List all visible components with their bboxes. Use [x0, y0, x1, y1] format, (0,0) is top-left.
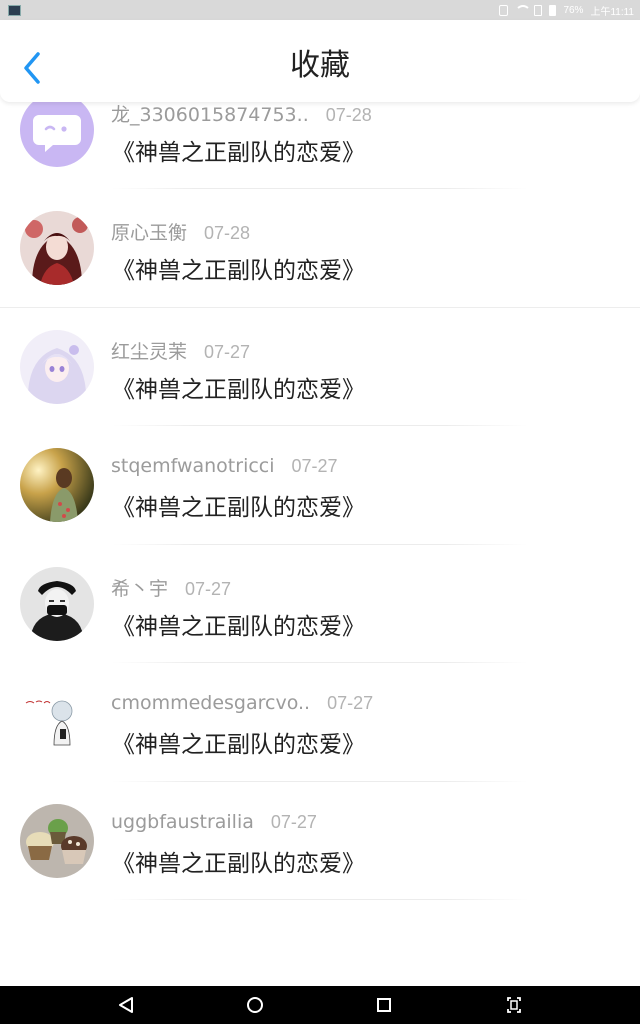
item-meta: 龙_3306015874753.. 07-28 [111, 100, 372, 127]
avatar[interactable] [20, 803, 94, 878]
story-title[interactable]: 《神兽之正副队的恋爱》 [112, 488, 365, 522]
status-right: 76% 上午11:11 [499, 3, 634, 18]
chevron-left-icon [24, 52, 40, 84]
story-title[interactable]: 《神兽之正副队的恋爱》 [112, 844, 365, 878]
divider [112, 899, 528, 900]
avatar[interactable] [20, 211, 94, 285]
home-circle-icon [247, 997, 263, 1013]
system-nav-bar [0, 986, 640, 1024]
avatar[interactable] [20, 685, 94, 759]
status-left [8, 4, 21, 16]
wifi-icon [515, 5, 532, 15]
app-notification-icon [8, 4, 21, 16]
favorite-item[interactable]: 原心玉衡 07-28 《神兽之正副队的恋爱》 [0, 189, 640, 308]
item-meta: 红尘灵茉 07-27 [111, 337, 250, 364]
favorite-item[interactable]: stqemfwanotricci 07-27 《神兽之正副队的恋爱》 [0, 426, 640, 545]
username[interactable]: stqemfwanotricci [111, 455, 275, 477]
item-date: 07-27 [270, 811, 317, 832]
avatar[interactable] [20, 329, 94, 404]
story-title[interactable]: 《神兽之正副队的恋爱》 [112, 370, 365, 404]
page-title: 收藏 [290, 48, 350, 83]
favorites-list: 《神兽之正副队的恋爱》 龙_3306015874753.. 07-28 《神兽之正副队… [0, 31, 640, 986]
favorite-item[interactable]: uggbfaustrailia 07-27 《神兽之正副队的恋爱》 [0, 782, 640, 900]
avatar[interactable] [20, 92, 94, 167]
nav-home-button[interactable] [235, 986, 275, 1024]
item-date: 07-27 [291, 456, 338, 476]
favorite-item[interactable]: 希丶宇 07-27 《神兽之正副队的恋爱》 [0, 545, 640, 663]
back-button[interactable] [18, 48, 46, 88]
clock: 上午11:11 [590, 6, 634, 18]
battery-percent: 76% [563, 4, 584, 16]
avatar[interactable] [20, 448, 94, 522]
item-date: 07-27 [185, 578, 232, 599]
nav-screenshot-button[interactable] [494, 986, 534, 1024]
item-date: 07-28 [204, 223, 251, 243]
nav-recents-button[interactable] [364, 986, 404, 1024]
item-meta: 原心玉衡 07-28 [111, 218, 250, 245]
username[interactable]: uggbfaustrailia [111, 811, 254, 833]
nav-back-button[interactable] [106, 986, 146, 1024]
username[interactable]: 红尘灵茉 [111, 337, 187, 364]
username[interactable]: 龙_3306015874753.. [111, 100, 309, 127]
story-title[interactable]: 《神兽之正副队的恋爱》 [112, 251, 365, 285]
item-date: 07-27 [204, 341, 251, 362]
item-meta: 希丶宇 07-27 [111, 574, 231, 601]
vibrate-icon [499, 4, 509, 16]
item-meta: uggbfaustrailia 07-27 [111, 811, 317, 833]
username[interactable]: 原心玉衡 [111, 218, 187, 245]
favorite-item[interactable]: 红尘灵茉 07-27 《神兽之正副队的恋爱》 [0, 308, 640, 426]
recents-square-icon [377, 998, 391, 1012]
username[interactable]: 希丶宇 [111, 574, 168, 601]
item-date: 07-27 [327, 693, 374, 713]
battery-icon [549, 4, 557, 16]
avatar[interactable] [20, 566, 94, 641]
screenshot-icon [507, 997, 521, 1013]
back-triangle-icon [119, 997, 133, 1013]
item-meta: stqemfwanotricci 07-27 [111, 455, 338, 477]
favorite-item[interactable]: cmommedesgarcvo.. 07-27 《神兽之正副队的恋爱》 [0, 663, 640, 782]
story-title[interactable]: 《神兽之正副队的恋爱》 [112, 607, 365, 641]
username[interactable]: cmommedesgarcvo.. [111, 692, 310, 714]
story-title[interactable]: 《神兽之正副队的恋爱》 [112, 133, 365, 167]
sim-icon [534, 4, 543, 16]
status-bar: 76% 上午11:11 [0, 0, 640, 20]
story-title[interactable]: 《神兽之正副队的恋爱》 [112, 725, 365, 759]
item-date: 07-28 [325, 104, 372, 125]
header: 收藏 [0, 20, 640, 102]
item-meta: cmommedesgarcvo.. 07-27 [111, 692, 373, 714]
